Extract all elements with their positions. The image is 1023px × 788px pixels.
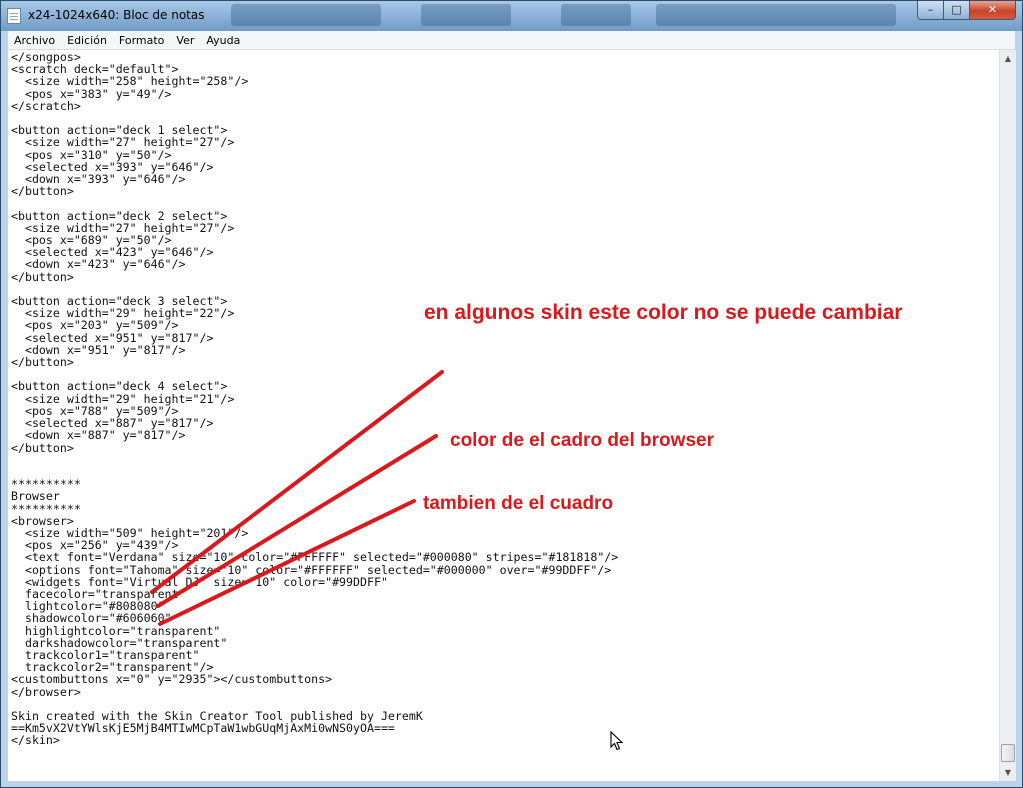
code-line: </button>	[11, 184, 74, 199]
annotation-text-2: color de el cadro del browser	[450, 430, 714, 451]
caption-buttons: – □ ✕	[917, 1, 1016, 21]
code-line: </button>	[11, 440, 74, 455]
code-line: </scratch>	[11, 98, 81, 113]
window-title: x24-1024x640: Bloc de notas	[28, 8, 205, 22]
annotation-text-1: en algunos skin este color no se puede c…	[424, 301, 903, 324]
scroll-thumb[interactable]	[1001, 744, 1015, 762]
annotation-text-3: tambien de el cuadro	[423, 493, 614, 514]
maximize-button[interactable]: □	[944, 1, 970, 20]
menu-archivo[interactable]: Archivo	[8, 34, 61, 47]
editor-content[interactable]: </songpos> <scratch deck="default"> <siz…	[11, 51, 618, 747]
mouse-pointer-icon	[610, 731, 624, 751]
minimize-button[interactable]: –	[917, 1, 944, 20]
close-button[interactable]: ✕	[970, 1, 1016, 20]
code-line: </button>	[11, 355, 74, 370]
title-bar[interactable]: x24-1024x640: Bloc de notas – □ ✕	[1, 1, 1022, 31]
code-line: </skin>	[11, 733, 60, 748]
vertical-scrollbar[interactable]: ▲ ▼	[999, 50, 1016, 781]
code-line: ==Km5vX2VtYWlsKjE5MjB4MTIwMCpTaW1wbGUqMj…	[11, 721, 395, 736]
menu-edicion[interactable]: Edición	[61, 34, 113, 47]
menu-bar: Archivo Edición Formato Ver Ayuda	[8, 31, 1015, 50]
scroll-up-icon[interactable]: ▲	[1000, 50, 1016, 67]
code-line: </browser>	[11, 684, 81, 699]
menu-ver[interactable]: Ver	[170, 34, 200, 47]
scroll-down-icon[interactable]: ▼	[1000, 764, 1016, 781]
notepad-icon	[7, 8, 21, 24]
notepad-window: x24-1024x640: Bloc de notas – □ ✕ Archiv…	[0, 0, 1023, 788]
text-editor[interactable]: </songpos> <scratch deck="default"> <siz…	[8, 50, 999, 781]
menu-ayuda[interactable]: Ayuda	[200, 34, 246, 47]
menu-formato[interactable]: Formato	[113, 34, 171, 47]
code-line: </button>	[11, 269, 74, 284]
